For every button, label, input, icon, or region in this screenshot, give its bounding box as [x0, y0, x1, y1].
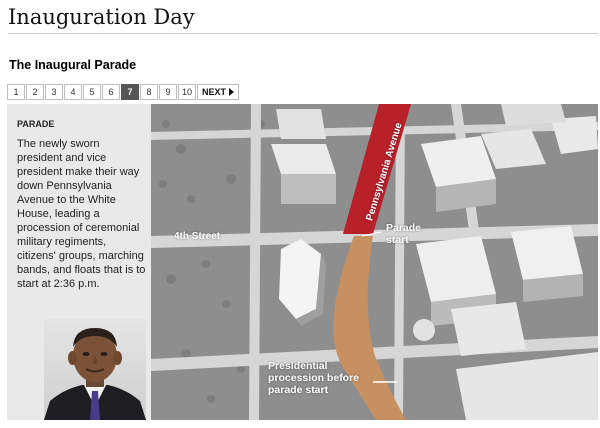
4th-street-label: 4th Street	[174, 231, 221, 242]
title-divider	[8, 33, 598, 34]
panel-label: PARADE	[17, 119, 55, 129]
panel-description: The newly sworn president and vice presi…	[17, 138, 146, 290]
slide-pager: 1 2 3 4 5 6 7 8 9 10 NEXT	[7, 84, 240, 100]
pager-page-4[interactable]: 4	[64, 84, 82, 100]
pager-page-9[interactable]: 9	[159, 84, 177, 100]
parade-start-label: Parade start	[386, 222, 422, 246]
section-title: The Inaugural Parade	[9, 58, 137, 72]
next-arrow-icon	[229, 88, 235, 96]
pager-page-8[interactable]: 8	[140, 84, 158, 100]
page-title: Inauguration Day	[8, 5, 195, 29]
pager-page-10[interactable]: 10	[178, 84, 196, 100]
info-panel: PARADE The newly sworn president and vic…	[7, 104, 151, 420]
pager-page-6[interactable]: 6	[102, 84, 120, 100]
map-illustration	[151, 104, 598, 420]
pager-page-1[interactable]: 1	[7, 84, 25, 100]
pager-page-5[interactable]: 5	[83, 84, 101, 100]
next-button[interactable]: NEXT	[197, 84, 240, 100]
president-portrait	[44, 319, 146, 420]
pager-page-2[interactable]: 2	[26, 84, 44, 100]
procession-label: Presidential procession before parade st…	[268, 360, 360, 396]
road-left	[249, 104, 261, 420]
next-label: NEXT	[202, 87, 227, 97]
pager-page-3[interactable]: 3	[45, 84, 63, 100]
parade-route-map: 4th Street Parade start Presidential pro…	[151, 104, 598, 420]
pager-page-7-current[interactable]: 7	[121, 84, 139, 100]
